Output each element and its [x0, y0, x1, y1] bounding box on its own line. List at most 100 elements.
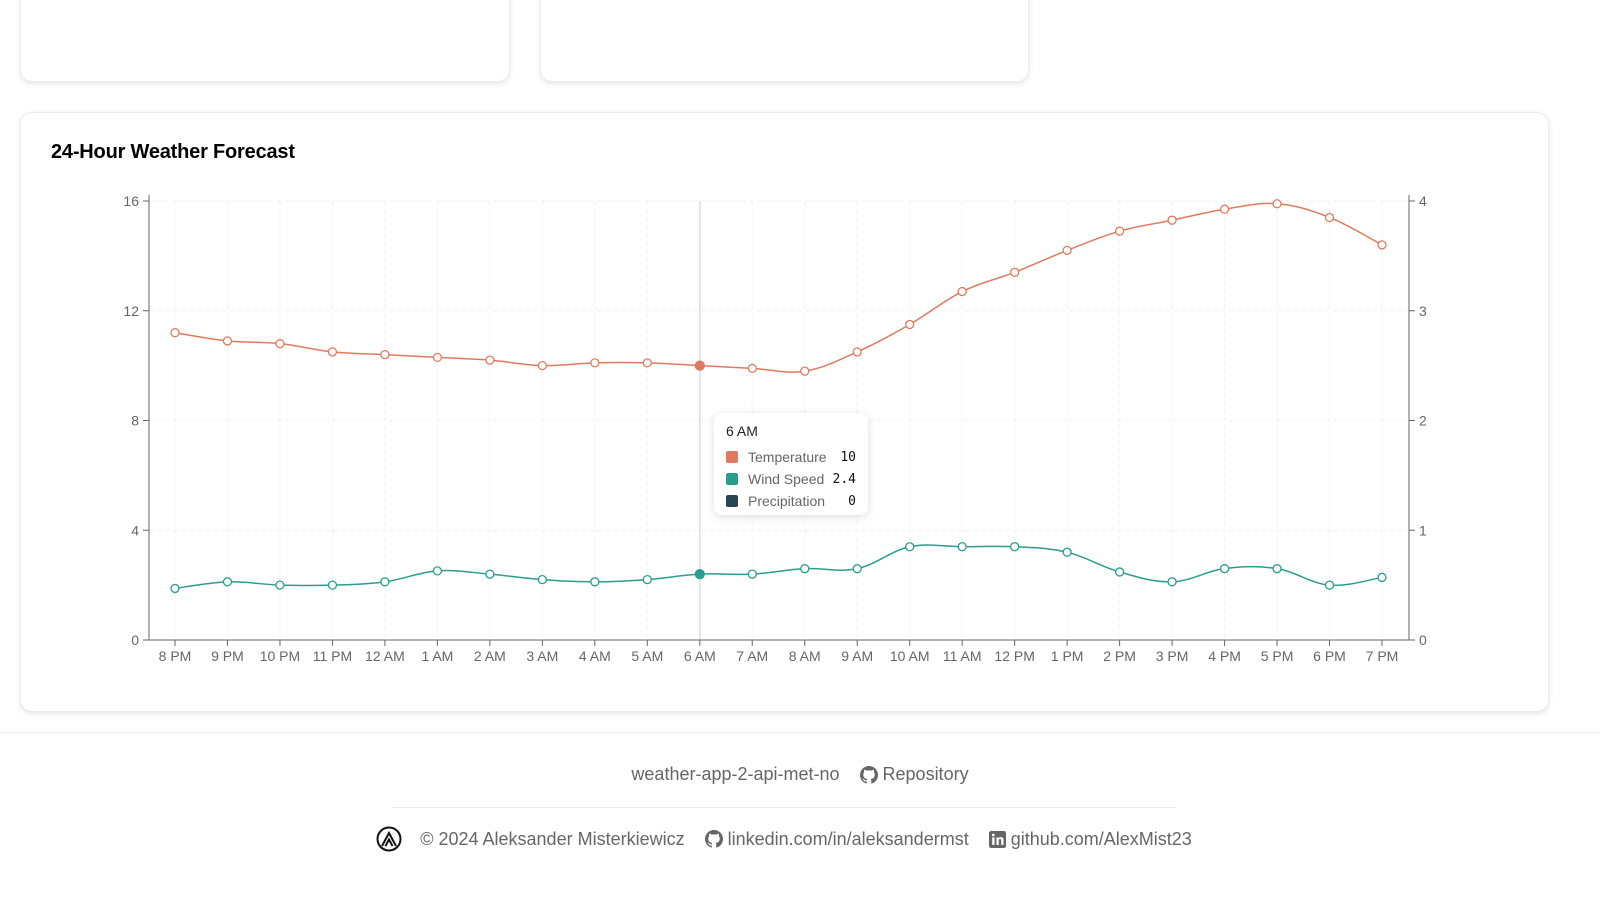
temperature-point [222, 336, 233, 346]
wind-speed-point [485, 569, 495, 579]
temperature-point [380, 349, 390, 360]
linkedin-link[interactable]: linkedin.com/in/aleksandermst [704, 828, 969, 850]
wind-speed-point [957, 542, 967, 552]
y-tick-label-right: 0 [1419, 632, 1427, 648]
wind-speed-point [905, 542, 915, 552]
wind-speed-point [1324, 580, 1335, 590]
x-tick-label: 9 PM [211, 648, 244, 664]
repo-name: weather-app-2-api-met-no [631, 764, 840, 784]
wind-speed-point [275, 580, 285, 590]
forecast-card: 24-Hour Weather Forecast 0 4 8 12 16 0 1 2 3 4 8 P… [20, 112, 1549, 712]
tooltip-row-temperature: Temperature 10 [726, 446, 856, 468]
repository-link[interactable]: Repository [859, 764, 969, 785]
temperature-point [275, 339, 285, 349]
x-tick-label: 12 PM [994, 648, 1034, 664]
temperature-point [1114, 226, 1125, 236]
x-tick-label: 7 PM [1366, 648, 1399, 664]
x-tick-label: 1 PM [1051, 648, 1084, 664]
tooltip-row-precipitation: Precipitation 0 [726, 490, 856, 512]
x-tick-label: 10 AM [890, 648, 930, 664]
tooltip-label: Wind Speed [748, 471, 825, 487]
x-tick-label: 6 PM [1313, 648, 1346, 664]
y-tick-label-left: 12 [123, 303, 139, 319]
wind-speed-point [694, 568, 705, 580]
x-tick-label: 1 AM [421, 648, 453, 664]
wind-speed-point [1167, 577, 1177, 587]
github-icon [859, 765, 878, 784]
temperature-point [905, 319, 915, 330]
temperature-point [1377, 240, 1387, 250]
x-tick-label: 6 AM [684, 648, 716, 664]
y-tick-label-left: 0 [131, 632, 139, 648]
temperature-line [174, 202, 1383, 373]
x-tick-label: 8 PM [159, 648, 192, 664]
x-tick-label: 11 AM [943, 648, 982, 664]
wind-speed-point [1062, 547, 1072, 557]
footer-inner-divider [392, 807, 1176, 808]
x-tick-label: 9 AM [841, 648, 873, 664]
y-tick-label-left: 8 [131, 413, 139, 429]
tooltip-value: 2.4 [832, 471, 856, 487]
wind-speed-line [174, 544, 1383, 590]
x-tick-label: 7 AM [736, 648, 768, 664]
footer-divider [0, 732, 1600, 733]
author-logo-icon [376, 826, 402, 852]
x-tick-label: 12 AM [365, 648, 405, 664]
x-tick-label: 10 PM [260, 648, 300, 664]
wind-speed-point [642, 574, 652, 585]
wind-speed-point [327, 580, 338, 590]
y-tick-label-right: 2 [1419, 413, 1427, 429]
x-tick-label: 11 PM [313, 648, 352, 664]
temperature-point [432, 352, 443, 363]
temperature-point [590, 358, 600, 368]
x-tick-label: 5 PM [1261, 648, 1294, 664]
temperature-point [1219, 204, 1230, 214]
footer-author-row: © 2024 Aleksander Misterkiewicz linkedin… [0, 826, 1568, 852]
y-tick-label-right: 4 [1419, 193, 1427, 209]
wind-speed-point [852, 564, 862, 574]
repository-label: Repository [882, 764, 969, 784]
github-link[interactable]: github.com/AlexMist23 [988, 829, 1192, 850]
copyright-text: © 2024 Aleksander Misterkiewicz [420, 828, 685, 849]
wind-speed-point [1010, 542, 1020, 552]
wind-speed-point [1219, 564, 1230, 574]
tooltip-value: 10 [840, 449, 856, 465]
wind-speed-point [222, 577, 233, 587]
temperature-point [1272, 199, 1282, 209]
top-card-left [20, 0, 510, 82]
wind-speed-point [747, 569, 757, 579]
wind-speed-point [800, 564, 810, 574]
linkedin-label: linkedin.com/in/aleksandermst [727, 828, 969, 849]
wind-speed-point [1272, 564, 1282, 574]
temperature-point [694, 360, 705, 371]
y-tick-label-left: 4 [131, 522, 139, 538]
x-tick-label: 5 AM [631, 648, 663, 664]
chart-tooltip: 6 AM Temperature 10 Wind Speed 2.4 Preci… [714, 413, 868, 515]
wind-speed-point [590, 577, 600, 587]
x-tick-label: 8 AM [789, 648, 821, 664]
temperature-point [537, 360, 547, 371]
footer-repo-row: weather-app-2-api-met-no Repository [0, 764, 1600, 785]
top-card-right [540, 0, 1029, 82]
temperature-point [170, 328, 180, 338]
github-icon [704, 830, 723, 848]
temperature-point [327, 347, 338, 357]
tooltip-row-wind-speed: Wind Speed 2.4 [726, 468, 856, 490]
wind-speed-point [432, 566, 443, 576]
temperature-swatch [726, 451, 738, 463]
x-tick-label: 2 PM [1103, 648, 1136, 664]
tooltip-label: Temperature [748, 449, 827, 465]
x-tick-label: 2 AM [474, 648, 506, 664]
temperature-point [485, 355, 495, 365]
x-tick-label: 3 PM [1156, 648, 1189, 664]
tooltip-value: 0 [848, 493, 856, 509]
x-tick-label: 4 PM [1208, 648, 1241, 664]
temperature-point [642, 358, 652, 368]
temperature-point [1062, 245, 1072, 256]
wind-speed-point [537, 574, 547, 585]
y-tick-label-left: 16 [123, 193, 139, 209]
precipitation-swatch [726, 495, 738, 507]
wind-speed-swatch [726, 473, 738, 485]
temperature-point [852, 347, 862, 357]
y-tick-label-right: 1 [1419, 522, 1427, 538]
